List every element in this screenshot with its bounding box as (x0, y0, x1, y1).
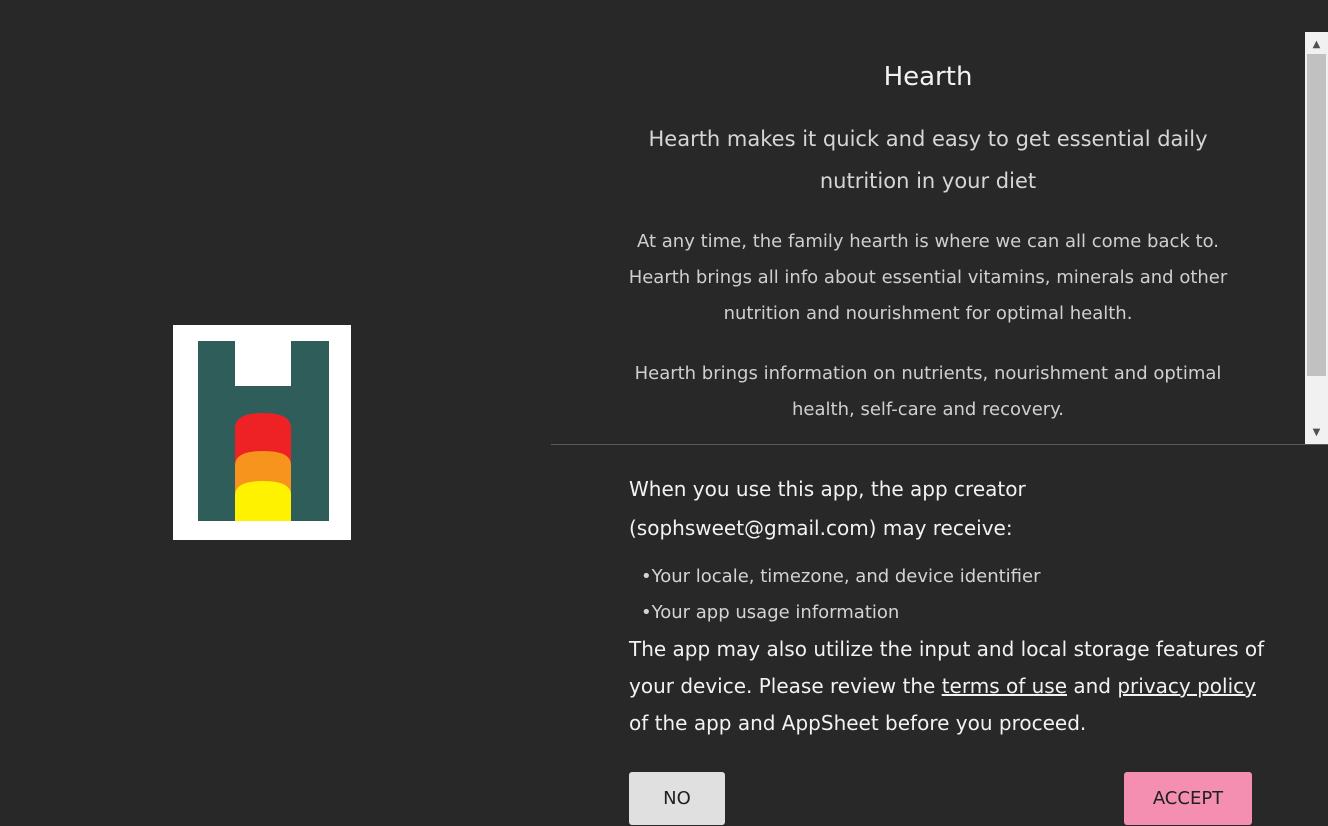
privacy-policy-link[interactable]: privacy policy (1117, 674, 1256, 698)
list-item: Your app usage information (641, 595, 1041, 631)
consent-footer: The app may also utilize the input and l… (629, 631, 1279, 742)
list-item: Your locale, timezone, and device identi… (641, 559, 1041, 595)
consent-footer-text: and (1067, 674, 1118, 698)
consent-footer-text: of the app and AppSheet before you proce… (629, 711, 1087, 735)
description-scrollbar[interactable]: ▲ ▼ (1305, 32, 1328, 444)
app-description-paragraph: At any time, the family hearth is where … (628, 231, 1228, 324)
scrollbar-thumb[interactable] (1307, 54, 1326, 376)
consent-panel: Hearth Hearth makes it quick and easy to… (551, 0, 1328, 826)
scroll-down-arrow-icon[interactable]: ▼ (1305, 422, 1328, 442)
app-description-paragraph: Hearth brings information on nutrients, … (634, 363, 1222, 420)
permission-list: Your locale, timezone, and device identi… (641, 559, 1041, 631)
scroll-up-arrow-icon[interactable]: ▲ (1305, 34, 1328, 54)
divider (551, 444, 1328, 445)
terms-of-use-link[interactable]: terms of use (942, 674, 1067, 698)
consent-intro: When you use this app, the app creator (… (629, 477, 1026, 540)
accept-button[interactable]: ACCEPT (1124, 772, 1252, 825)
app-title: Hearth (883, 62, 973, 92)
app-tagline: Hearth makes it quick and easy to get es… (648, 127, 1208, 193)
hearth-logo-icon (198, 341, 329, 521)
no-button[interactable]: NO (629, 772, 725, 825)
app-logo (173, 325, 351, 540)
